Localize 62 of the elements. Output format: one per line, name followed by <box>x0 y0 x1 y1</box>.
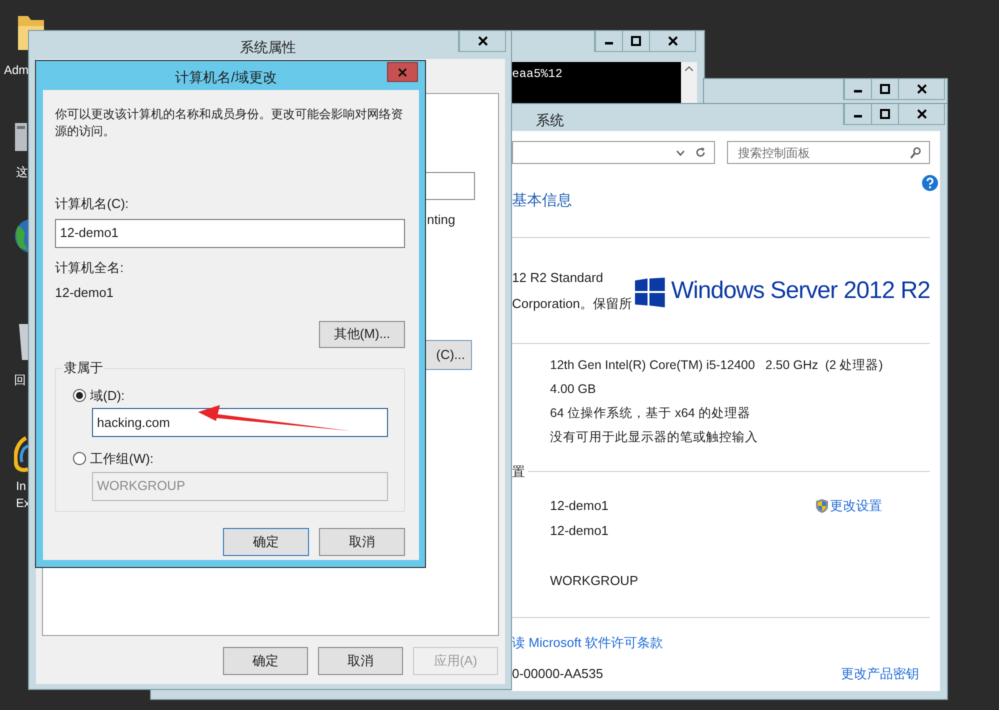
chevron-down-icon[interactable] <box>676 150 685 156</box>
section-heading: 基本信息 <box>512 191 573 211</box>
spec-value: 12th Gen Intel(R) Core(TM) i5-12400 2.50 GHz (2 处理器) <box>549 357 884 374</box>
search-placeholder: 搜索控制面板 <box>738 144 810 162</box>
close-icon <box>916 84 926 94</box>
computer-name-field[interactable]: 12-demo1 <box>55 218 405 248</box>
edition-text: 12 R2 Standard <box>512 269 604 287</box>
windows-logo-icon <box>635 277 666 308</box>
scroll-up-icon[interactable] <box>685 66 693 71</box>
product-logo-text: Windows Server 2012 R2 <box>671 276 930 306</box>
domain-field[interactable]: hacking.com <box>92 408 388 437</box>
more-button[interactable]: 其他(M)... <box>319 320 405 348</box>
spec-value: 没有可用于此显示器的笔或触控输入 <box>549 429 759 446</box>
radio-button[interactable] <box>73 452 86 466</box>
field-label: 计算机名(C): <box>55 195 130 213</box>
change-button[interactable]: (C)... <box>423 340 472 370</box>
dialog-button[interactable]: 取消 <box>318 647 403 675</box>
change-key-link[interactable]: 更改产品密钥 <box>841 664 919 684</box>
help-icon[interactable] <box>922 175 938 191</box>
description-text: nting <box>427 211 456 229</box>
refresh-icon[interactable] <box>695 147 706 158</box>
change-settings-link[interactable]: 更改设置 <box>830 496 882 516</box>
window-title: 系统 <box>536 111 564 130</box>
close-icon <box>478 36 488 46</box>
spec-value: 4.00 GB <box>549 381 597 398</box>
product-id: 0-00000-AA535 <box>512 665 604 683</box>
icon-label: In <box>16 478 26 494</box>
icon-label: Adm <box>4 62 29 78</box>
ok-button[interactable]: 确定 <box>223 528 309 556</box>
shield-icon <box>815 498 829 514</box>
setting-value: 12-demo1 <box>550 522 610 540</box>
group-label: 隶属于 <box>63 360 104 376</box>
maximize-icon <box>880 109 890 119</box>
radio-label: 域(D): <box>90 386 125 405</box>
close-icon <box>668 36 678 46</box>
address-bar[interactable] <box>512 141 715 164</box>
maximize-icon <box>880 84 890 94</box>
full-name-value: 12-demo1 <box>55 284 115 302</box>
setting-value: 12-demo1 <box>550 497 610 516</box>
setting-value: WORKGROUP <box>550 572 640 590</box>
browser-icon[interactable] <box>14 436 28 472</box>
search-field[interactable]: 搜索控制面板 <box>727 141 930 164</box>
section-heading: 置 <box>512 463 525 481</box>
window-title: 系统属性 <box>240 38 296 57</box>
edition-text: Corporation。保留所 <box>512 294 633 313</box>
dialog-button[interactable]: 确定 <box>223 647 308 675</box>
icon-label: 这 <box>16 164 28 180</box>
close-icon <box>916 109 926 119</box>
spec-value: 64 位操作系统，基于 x64 的处理器 <box>549 405 752 422</box>
computer-icon[interactable] <box>14 122 28 152</box>
field-label: 计算机全名: <box>55 258 125 276</box>
icon-label: 回 <box>14 372 26 388</box>
radio-button[interactable] <box>73 388 86 402</box>
search-icon[interactable] <box>910 146 921 158</box>
dialog-title: 计算机名/域更改 <box>175 68 277 87</box>
console-output: eaa5%12 <box>510 62 681 104</box>
radio-label: 工作组(W): <box>90 450 154 468</box>
close-icon <box>398 68 407 76</box>
cancel-button[interactable]: 取消 <box>319 528 405 556</box>
maximize-icon <box>631 36 641 46</box>
license-link[interactable]: 读 Microsoft 软件许可条款 <box>512 632 940 652</box>
description-text: 你可以更改该计算机的名称和成员身份。更改可能会影响对网络资源的访问。 <box>55 106 404 140</box>
